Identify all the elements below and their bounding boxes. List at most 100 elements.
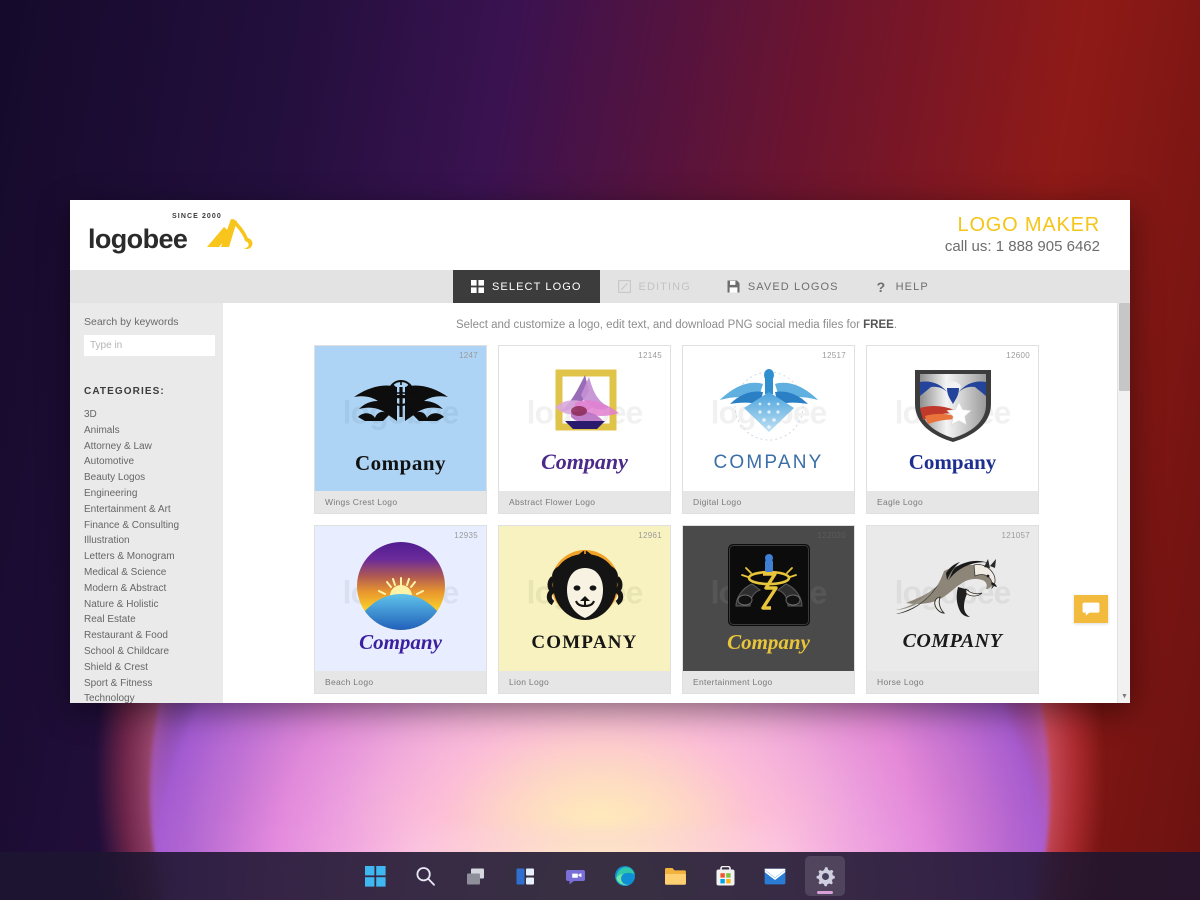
logo-card[interactable]: 122020logobee CompanyEntertainment Logo — [682, 525, 855, 694]
tab-help-label: HELP — [895, 280, 929, 293]
widgets-button[interactable] — [505, 856, 545, 896]
logo-company-name: Company — [541, 448, 628, 474]
scroll-down-arrow[interactable]: ▼ — [1118, 690, 1130, 703]
logo-card[interactable]: 12600logobee CompanyEagle Logo — [866, 345, 1039, 514]
logo-card[interactable]: 12935logobee — [314, 525, 487, 694]
logo-company-name: Company — [359, 629, 442, 654]
logo-card-label: Wings Crest Logo — [315, 491, 486, 513]
logo-card-label: Entertainment Logo — [683, 671, 854, 693]
sidebar-category-item[interactable]: Automotive — [84, 454, 223, 470]
mail-button[interactable] — [755, 856, 795, 896]
logo-card[interactable]: 1247logobee CompanyWings Crest Logo — [314, 345, 487, 514]
logo-company-name: Company — [908, 450, 997, 474]
speech-bubble-icon — [1082, 602, 1100, 616]
sidebar-category-item[interactable]: Illustration — [84, 533, 223, 549]
sidebar-category-item[interactable]: Letters & Monogram — [84, 549, 223, 565]
header-contact-block: LOGO MAKER call us: 1 888 905 6462 — [945, 214, 1100, 255]
logo-card-id: 121057 — [1001, 531, 1030, 540]
sidebar-category-item[interactable]: Real Estate — [84, 612, 223, 628]
question-mark-icon: ? — [875, 280, 888, 294]
logo-symbol-abstract-flower-icon — [531, 363, 639, 449]
sidebar: Search by keywords CATEGORIES: 3DAnimals… — [70, 303, 223, 703]
sidebar-category-item[interactable]: Shield & Crest — [84, 660, 223, 676]
brand-since-tagline: SINCE 2000 — [172, 213, 222, 220]
tab-select-logo[interactable]: SELECT LOGO — [453, 270, 600, 303]
sidebar-category-item[interactable]: Attorney & Law — [84, 439, 223, 455]
active-app-indicator — [817, 891, 833, 894]
tab-saved-logos[interactable]: SAVED LOGOS — [709, 270, 857, 303]
chat-button[interactable] — [555, 856, 595, 896]
logo-card-label: Horse Logo — [867, 671, 1038, 693]
intro-prefix: Select and customize a logo, edit text, … — [455, 319, 864, 331]
store-button[interactable] — [705, 856, 745, 896]
gear-icon — [816, 866, 835, 886]
live-chat-button[interactable] — [1074, 595, 1108, 623]
sidebar-category-item[interactable]: Entertainment & Art — [84, 502, 223, 518]
logo-card-artwork: 121057 logobee COMPANY — [867, 526, 1038, 671]
sidebar-category-item[interactable]: Sport & Fitness — [84, 676, 223, 692]
scrollbar-thumb[interactable] — [1119, 303, 1130, 391]
logo-symbol-wings-crest-icon — [342, 361, 460, 447]
intro-emphasis: FREE — [863, 319, 894, 331]
intro-suffix: . — [893, 319, 898, 331]
search-label: Search by keywords — [84, 316, 179, 328]
logo-company-name: COMPANY — [713, 452, 824, 473]
logo-card-id: 1247 — [459, 351, 478, 360]
sidebar-category-item[interactable]: School & Childcare — [84, 644, 223, 660]
start-button[interactable] — [355, 856, 395, 896]
sidebar-category-item[interactable]: Modern & Abstract — [84, 581, 223, 597]
settings-button[interactable] — [805, 856, 845, 896]
sidebar-category-item[interactable]: Engineering — [84, 486, 223, 502]
tab-editing: EDITING — [600, 270, 709, 303]
brand-wordmark: logobee — [88, 224, 188, 254]
envelope-icon — [764, 868, 786, 884]
edge-button[interactable] — [605, 856, 645, 896]
logo-company-name: Company — [354, 451, 447, 475]
tab-editing-label: EDITING — [638, 280, 691, 293]
logo-card-id: 122020 — [817, 531, 846, 540]
gallery-scrollbar[interactable]: ▲ ▼ — [1117, 303, 1130, 703]
chat-bubble-icon — [565, 869, 585, 884]
logo-symbol-lion-head-icon — [537, 544, 633, 630]
edge-browser-icon — [615, 866, 635, 886]
site-header: logobee SINCE 2000 LOGO MAKER call us: 1… — [70, 200, 1130, 270]
sidebar-category-item[interactable]: Restaurant & Food — [84, 628, 223, 644]
logo-card[interactable]: 12961logobee COMPANYLion Logo — [498, 525, 671, 694]
logo-symbol-eagle-shield-icon — [901, 362, 1005, 448]
pencil-square-icon — [617, 280, 631, 293]
windows-logo-icon — [364, 865, 386, 887]
logo-company-name: COMPANY — [902, 630, 1003, 652]
logo-symbol-sunrise-circle-icon — [353, 541, 449, 630]
search-icon — [416, 866, 435, 886]
logo-gallery-panel: Select and customize a logo, edit text, … — [223, 303, 1130, 703]
sidebar-category-item[interactable]: Animals — [84, 423, 223, 439]
page-title: LOGO MAKER — [957, 214, 1100, 237]
search-button[interactable] — [405, 856, 445, 896]
sidebar-category-item[interactable]: Finance & Consulting — [84, 518, 223, 534]
logo-card-artwork: 1247logobee Company — [315, 346, 486, 491]
sidebar-category-item[interactable]: Technology — [84, 691, 223, 703]
sidebar-category-item[interactable]: Nature & Holistic — [84, 597, 223, 613]
svg-text:?: ? — [876, 280, 886, 294]
task-view-button[interactable] — [455, 856, 495, 896]
logo-card-label: Beach Logo — [315, 671, 486, 693]
main-navigation: SELECT LOGO EDITING SAVED LOGOS ? HELP — [70, 270, 1130, 303]
logobee-brand[interactable]: logobee SINCE 2000 — [88, 213, 257, 254]
logo-card-label: Abstract Flower Logo — [499, 491, 670, 513]
windows-taskbar — [0, 852, 1200, 900]
logo-card-id: 12517 — [822, 351, 846, 360]
site-body: Search by keywords CATEGORIES: 3DAnimals… — [70, 303, 1130, 703]
logo-card-id: 12935 — [454, 531, 478, 540]
logo-card[interactable]: 12145logobee CompanyAbstract Flower Logo — [498, 345, 671, 514]
search-input[interactable] — [84, 335, 215, 356]
logo-card-artwork: 12935logobee — [315, 526, 486, 671]
sidebar-category-item[interactable]: Beauty Logos — [84, 470, 223, 486]
logo-card[interactable]: 12517logobee COMPANYDigi — [682, 345, 855, 514]
logo-symbol-digital-wings-icon — [710, 363, 828, 449]
sidebar-category-item[interactable]: 3D — [84, 407, 223, 423]
sidebar-category-item[interactable]: Medical & Science — [84, 565, 223, 581]
file-explorer-button[interactable] — [655, 856, 695, 896]
logo-card[interactable]: 121057 logobee COMPANY Horse Logo — [866, 525, 1039, 694]
tab-help[interactable]: ? HELP — [857, 270, 947, 303]
support-phone: call us: 1 888 905 6462 — [944, 237, 1100, 255]
